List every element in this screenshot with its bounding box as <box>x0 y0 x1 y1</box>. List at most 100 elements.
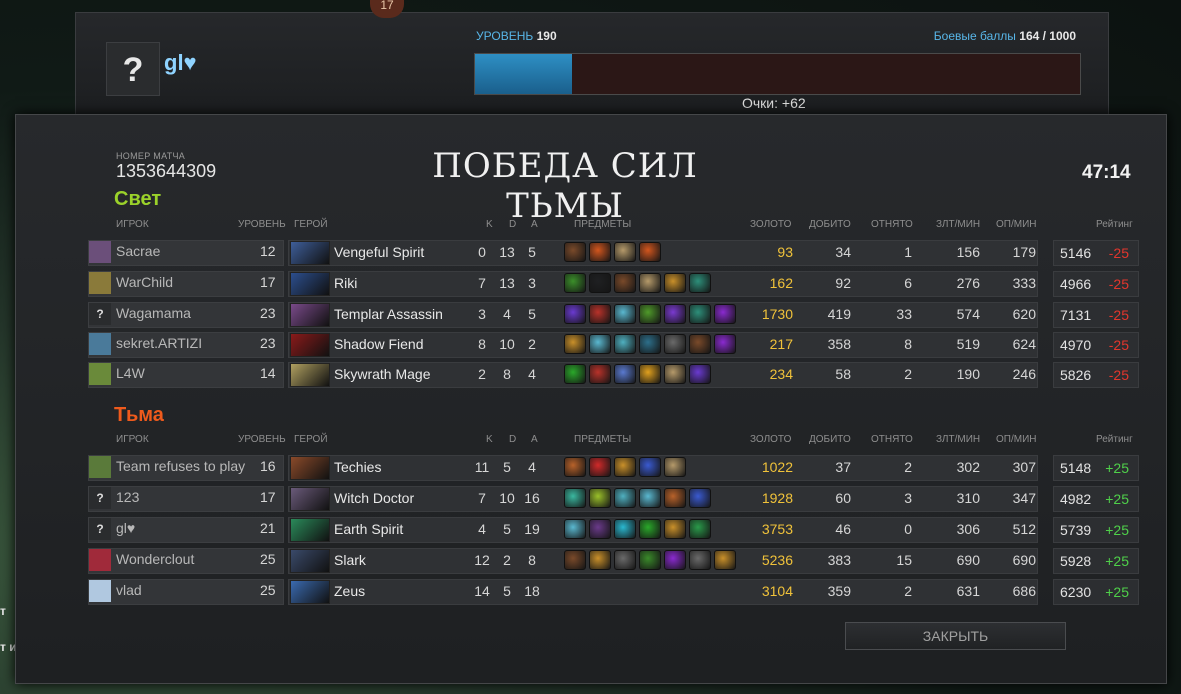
item-slots <box>564 242 661 264</box>
player-name[interactable]: Wagamama <box>116 305 191 321</box>
last-hits: 60 <box>835 490 851 506</box>
item-icon[interactable] <box>689 519 711 539</box>
item-icon[interactable] <box>639 519 661 539</box>
result-title: ПОБЕДА СИЛ ТЬМЫ <box>432 146 698 226</box>
assists: 18 <box>524 583 540 599</box>
item-icon[interactable] <box>564 519 586 539</box>
header-last-hits: ДОБИТО <box>809 434 851 445</box>
player-avatar[interactable] <box>89 241 111 263</box>
player-name[interactable]: WarChild <box>116 274 173 290</box>
level-label: УРОВЕНЬ 190 <box>476 29 557 43</box>
close-button[interactable]: ЗАКРЫТЬ <box>845 622 1066 650</box>
player-avatar[interactable] <box>89 580 111 602</box>
item-icon[interactable] <box>589 334 611 354</box>
assists: 16 <box>524 490 540 506</box>
item-icon[interactable] <box>689 550 711 570</box>
item-icon[interactable] <box>639 334 661 354</box>
player-name[interactable]: 123 <box>116 489 139 505</box>
player-avatar[interactable] <box>89 456 111 478</box>
item-icon[interactable] <box>639 488 661 508</box>
item-icon[interactable] <box>639 364 661 384</box>
item-icon[interactable] <box>564 304 586 324</box>
player-avatar[interactable] <box>89 272 111 294</box>
rating-change: -25 <box>1108 245 1129 261</box>
item-icon[interactable] <box>639 273 661 293</box>
item-icon[interactable] <box>589 488 611 508</box>
item-icon[interactable] <box>564 488 586 508</box>
item-icon[interactable] <box>664 364 686 384</box>
header-xpm: ОП/МИН <box>996 434 1037 445</box>
player-row: Team refuses to play 16 Techies 11 5 4 1022 37 2… <box>88 455 1041 481</box>
player-avatar[interactable] <box>89 549 111 571</box>
deaths: 10 <box>499 336 515 352</box>
item-icon[interactable] <box>614 304 636 324</box>
rating-change: -25 <box>1108 337 1129 353</box>
item-icon[interactable] <box>564 334 586 354</box>
item-icon[interactable] <box>614 519 636 539</box>
item-icon[interactable] <box>589 550 611 570</box>
item-icon[interactable] <box>664 488 686 508</box>
player-name[interactable]: L4W <box>116 365 145 381</box>
item-icon[interactable] <box>614 242 636 262</box>
item-icon[interactable] <box>564 550 586 570</box>
hero-name: Techies <box>334 459 382 475</box>
deaths: 4 <box>503 306 511 322</box>
item-icon[interactable] <box>689 334 711 354</box>
item-icon[interactable] <box>664 304 686 324</box>
rating-value: 5739 <box>1060 522 1092 538</box>
xpm: 347 <box>1012 490 1036 506</box>
xpm: 686 <box>1012 583 1036 599</box>
player-level: 25 <box>260 551 276 567</box>
item-icon[interactable] <box>664 457 686 477</box>
item-icon[interactable] <box>564 273 586 293</box>
item-icon[interactable] <box>664 273 686 293</box>
player-avatar[interactable]: ? <box>89 518 111 540</box>
item-icon[interactable] <box>614 334 636 354</box>
item-icon[interactable] <box>564 457 586 477</box>
item-icon[interactable] <box>614 457 636 477</box>
item-icon[interactable] <box>664 334 686 354</box>
item-icon[interactable] <box>664 550 686 570</box>
item-icon[interactable] <box>589 364 611 384</box>
player-avatar[interactable]: ? <box>89 487 111 509</box>
item-icon[interactable] <box>689 304 711 324</box>
item-icon[interactable] <box>639 304 661 324</box>
hero-portrait <box>290 241 330 265</box>
player-name[interactable]: Wonderclout <box>116 551 194 567</box>
player-level: 17 <box>260 274 276 290</box>
item-icon[interactable] <box>564 242 586 262</box>
player-avatar[interactable] <box>89 333 111 355</box>
assists: 4 <box>528 459 536 475</box>
player-avatar[interactable]: ? <box>89 303 111 325</box>
item-icon[interactable] <box>589 304 611 324</box>
player-name[interactable]: Team refuses to play <box>116 458 245 474</box>
header-gpm: ЗЛТ/МИН <box>936 219 981 230</box>
player-name[interactable]: vlad <box>116 582 142 598</box>
item-icon[interactable] <box>589 519 611 539</box>
item-icon[interactable] <box>589 457 611 477</box>
last-hits: 58 <box>835 366 851 382</box>
player-name[interactable]: gl♥ <box>116 520 135 536</box>
item-icon[interactable] <box>589 242 611 262</box>
rating-value: 5148 <box>1060 460 1092 476</box>
item-icon[interactable] <box>639 550 661 570</box>
item-icon[interactable] <box>689 273 711 293</box>
item-icon[interactable] <box>639 457 661 477</box>
item-icon[interactable] <box>614 273 636 293</box>
item-icon[interactable] <box>614 550 636 570</box>
rating-cell: 4970 -25 <box>1053 332 1139 358</box>
player-avatar[interactable] <box>89 363 111 385</box>
player-name[interactable]: sekret.ARTIZI <box>116 335 202 351</box>
item-icon[interactable] <box>664 519 686 539</box>
player-name[interactable]: Sacrae <box>116 243 160 259</box>
item-icon[interactable] <box>689 488 711 508</box>
item-icon[interactable] <box>639 242 661 262</box>
item-icon[interactable] <box>614 488 636 508</box>
item-icon[interactable] <box>689 364 711 384</box>
item-icon[interactable] <box>564 364 586 384</box>
item-icon[interactable] <box>614 364 636 384</box>
xpm: 512 <box>1012 521 1036 537</box>
item-icon[interactable] <box>589 273 611 293</box>
rating-change: -25 <box>1108 276 1129 292</box>
profile-avatar[interactable]: ? <box>106 42 160 96</box>
